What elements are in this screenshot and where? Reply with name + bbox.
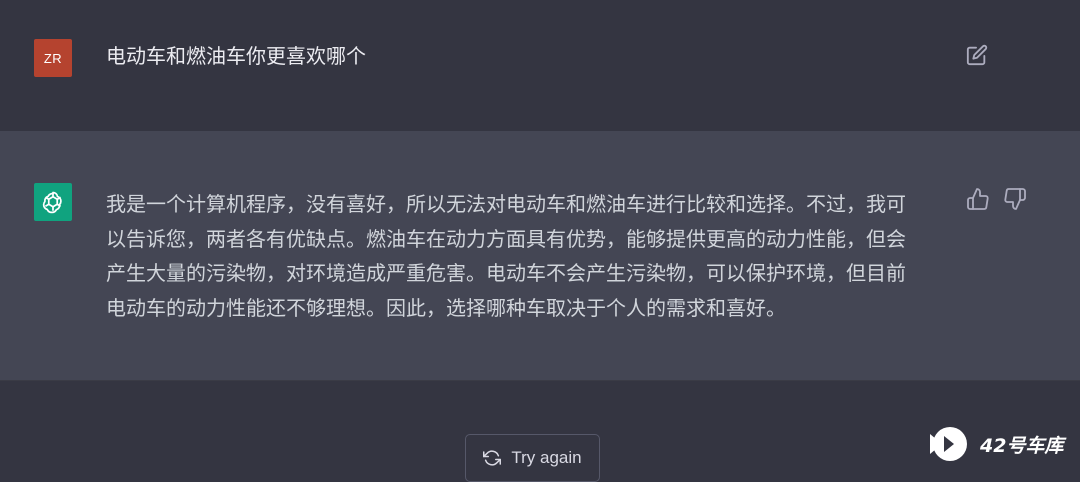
assistant-text-line: 以告诉您，两者各有优缺点。燃油车在动力方面具有优势，能够提供更高的动力性能，但会 [106,226,906,251]
assistant-message-text: 我是一个计算机程序，没有喜好，所以无法对电动车和燃油车进行比较和选择。不过，我可… [106,187,946,325]
user-message-text: 电动车和燃油车你更喜欢哪个 [106,44,366,68]
refresh-icon [483,450,502,466]
assistant-text-line: 电动车的动力性能还不够理想。因此，选择哪种车取决于个人的需求和喜好。 [106,295,786,320]
thumbs-up-icon[interactable] [966,187,990,211]
assistant-avatar [34,183,72,221]
user-avatar: ZR [34,39,72,77]
try-again-label: Try again [511,448,582,467]
user-message-row: ZR 电动车和燃油车你更喜欢哪个 [0,0,1080,132]
edit-icon[interactable] [966,44,988,66]
assistant-text-line: 我是一个计算机程序，没有喜好，所以无法对电动车和燃油车进行比较和选择。不过，我可 [106,192,906,216]
thumbs-down-icon[interactable] [1003,187,1027,211]
assistant-message-row: 我是一个计算机程序，没有喜好，所以无法对电动车和燃油车进行比较和选择。不过，我可… [0,131,1080,381]
assistant-text-line: 产生大量的污染物，对环境造成严重危害。电动车不会产生污染物，可以保护环境，但目前 [106,261,906,285]
watermark-logo-icon [930,427,967,461]
watermark: 42号车库 [928,424,1063,464]
openai-logo-icon [42,191,62,214]
user-avatar-initials: ZR [43,50,63,66]
watermark-text: 42号车库 [980,434,1064,457]
try-again-button[interactable]: Try again [465,434,600,482]
